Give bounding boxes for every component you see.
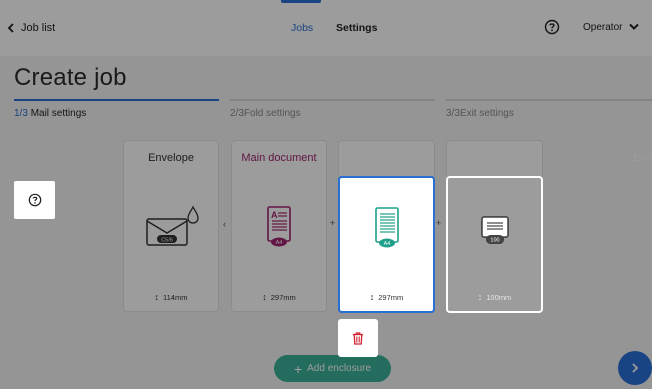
insert-document-icon: A4 (374, 207, 399, 248)
help-button[interactable] (14, 181, 55, 219)
paper-format-badge: A4 (383, 241, 390, 247)
stack-count-badge: 100 (490, 238, 499, 244)
question-circle-icon (28, 193, 41, 207)
stack-icon: 100 (480, 216, 509, 244)
delete-button[interactable] (338, 319, 378, 357)
exit-size: ↕ 100mm (477, 292, 512, 302)
exit-card-highlight[interactable]: 100 ↕ 100mm (446, 176, 543, 313)
trash-icon (353, 331, 363, 345)
modal-backdrop (0, 0, 652, 389)
insert-size: ↕297mm (369, 292, 404, 302)
insert-card-highlight[interactable]: A4 ↕ 297mm (338, 176, 435, 313)
